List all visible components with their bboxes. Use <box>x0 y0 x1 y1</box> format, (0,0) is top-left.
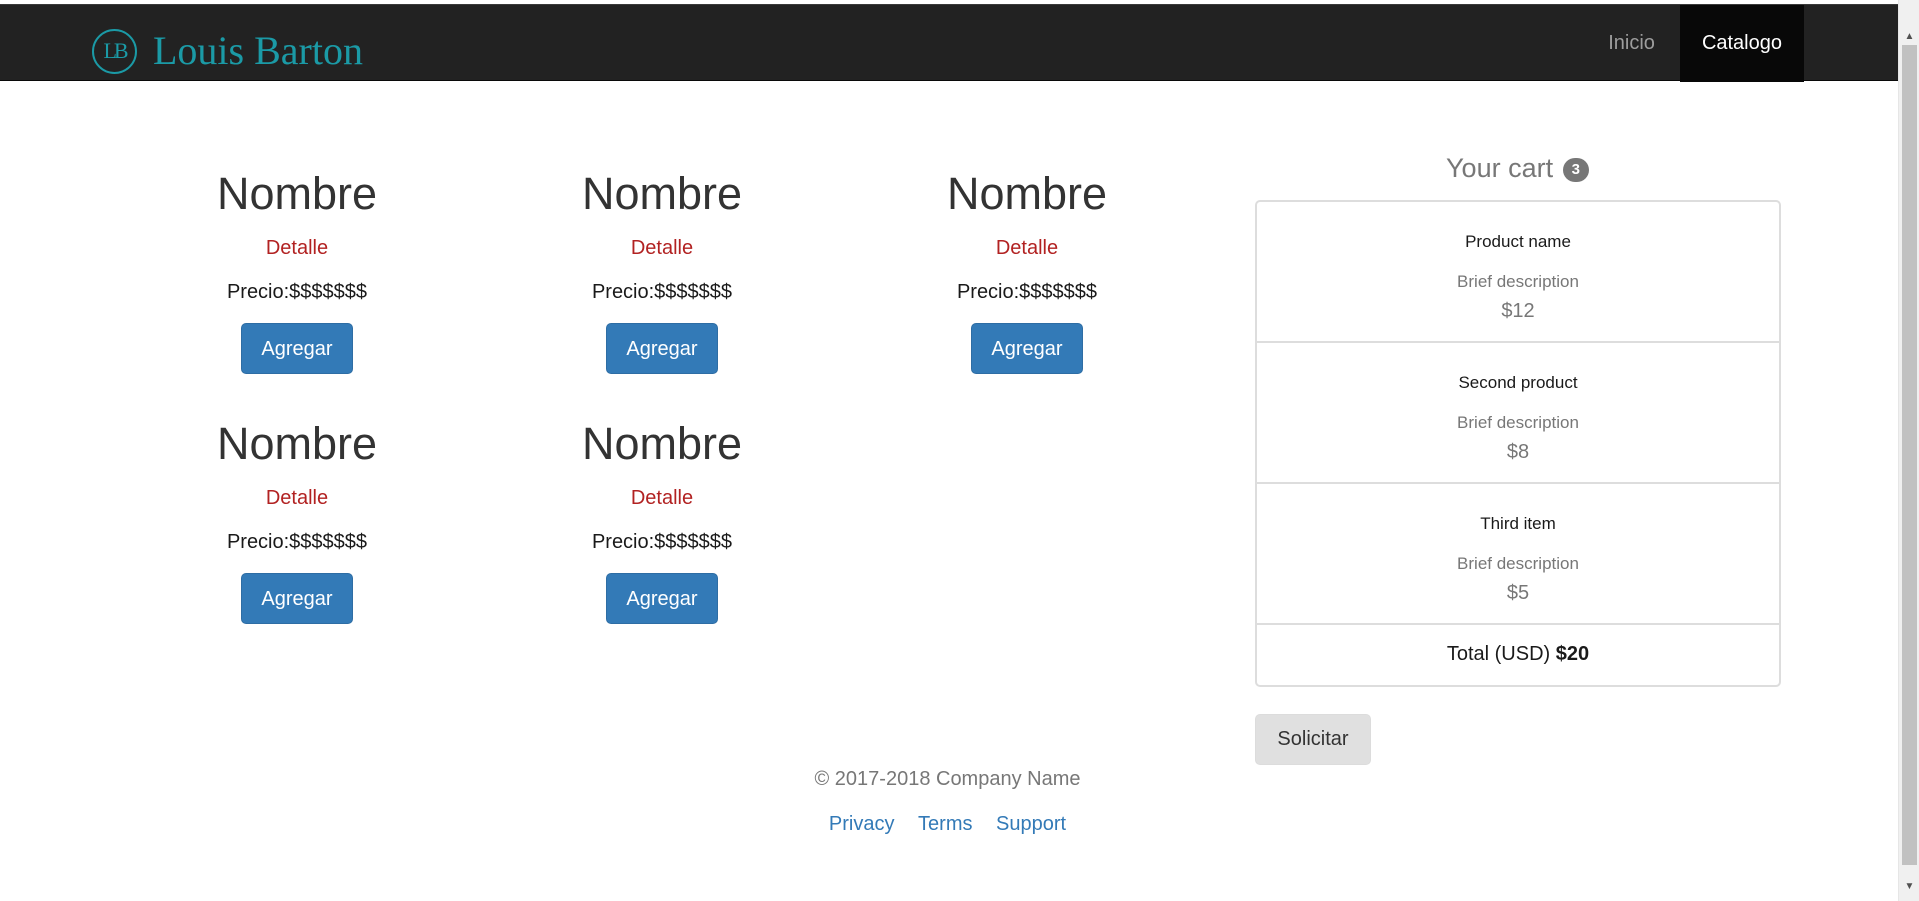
product-card: Nombre Detalle Precio:$$$$$$$ Agregar <box>512 168 812 374</box>
cart-item-price: $12 <box>1501 300 1535 322</box>
product-detail: Detalle <box>265 487 329 509</box>
footer-copyright: © 2017-2018 Company Name <box>814 768 1081 790</box>
navbar: LB Louis Barton Inicio Catalogo <box>0 4 1898 82</box>
cart-item: Third item Brief description $5 <box>1257 484 1779 625</box>
product-detail: Detalle <box>265 237 329 259</box>
product-name: Nombre <box>581 168 743 219</box>
cart-total: Total (USD) $20 <box>1257 625 1779 685</box>
product-card: Nombre Detalle Precio:$$$$$$$ Agregar <box>877 168 1177 374</box>
cart-list: Product name Brief description $12 Secon… <box>1255 200 1781 687</box>
product-card: Nombre Detalle Precio:$$$$$$$ Agregar <box>147 168 447 374</box>
cart-item-price: $8 <box>1506 441 1530 463</box>
product-detail: Detalle <box>995 237 1059 259</box>
product-price: Precio:$$$$$$$ <box>591 531 733 553</box>
product-card: Nombre Detalle Precio:$$$$$$$ Agregar <box>147 418 447 624</box>
product-name: Nombre <box>581 418 743 469</box>
add-to-cart-button[interactable]: Agregar <box>241 323 353 374</box>
product-detail: Detalle <box>630 237 694 259</box>
add-to-cart-button[interactable]: Agregar <box>606 323 718 374</box>
brand-name: Louis Barton <box>153 28 363 73</box>
cart-title: Your cart 3 <box>1255 150 1780 186</box>
nav-link-inicio[interactable]: Inicio <box>1583 5 1680 82</box>
footer-links: Privacy Terms Support <box>0 810 1895 838</box>
cart-item: Product name Brief description $12 <box>1257 202 1779 343</box>
cart-item-description: Brief description <box>1457 413 1579 432</box>
brand-logo-icon: LB <box>92 28 137 74</box>
product-price: Precio:$$$$$$$ <box>591 281 733 303</box>
product-name: Nombre <box>946 168 1108 219</box>
cart-item-name: Product name <box>1465 232 1571 251</box>
footer-link-terms[interactable]: Terms <box>918 813 972 835</box>
product-price: Precio:$$$$$$$ <box>956 281 1098 303</box>
cart-item-price: $5 <box>1506 582 1530 604</box>
brand-link[interactable]: LB Louis Barton <box>92 27 363 75</box>
page: LB Louis Barton Inicio Catalogo Nombre D… <box>0 0 1898 901</box>
cart-count-badge: 3 <box>1562 157 1589 182</box>
vertical-scrollbar[interactable]: ▲ ▼ <box>1898 0 1919 901</box>
cart-total-value: $20 <box>1555 643 1590 665</box>
product-price: Precio:$$$$$$$ <box>226 531 368 553</box>
scroll-down-arrow-icon[interactable]: ▼ <box>1899 878 1919 895</box>
product-card: Nombre Detalle Precio:$$$$$$$ Agregar <box>512 418 812 624</box>
cart-item: Second product Brief description $8 <box>1257 343 1779 484</box>
add-to-cart-button[interactable]: Agregar <box>241 573 353 624</box>
cart-item-name: Second product <box>1458 373 1578 392</box>
product-price: Precio:$$$$$$$ <box>226 281 368 303</box>
product-detail: Detalle <box>630 487 694 509</box>
nav-link-catalogo[interactable]: Catalogo <box>1679 5 1804 82</box>
add-to-cart-button[interactable]: Agregar <box>971 323 1083 374</box>
cart-title-label: Your cart <box>1446 153 1554 183</box>
footer-link-privacy[interactable]: Privacy <box>829 813 895 835</box>
add-to-cart-button[interactable]: Agregar <box>606 573 718 624</box>
footer-link-support[interactable]: Support <box>996 813 1066 835</box>
scrollbar-thumb[interactable] <box>1902 45 1917 865</box>
cart-total-label: Total (USD) <box>1446 643 1551 665</box>
cart-item-description: Brief description <box>1457 272 1579 291</box>
submit-order-button[interactable]: Solicitar <box>1255 714 1371 765</box>
scroll-up-arrow-icon[interactable]: ▲ <box>1899 28 1919 45</box>
cart-item-description: Brief description <box>1457 554 1579 573</box>
cart-item-name: Third item <box>1480 514 1556 533</box>
product-name: Nombre <box>216 168 378 219</box>
nav-links: Inicio Catalogo <box>1583 5 1804 82</box>
product-name: Nombre <box>216 418 378 469</box>
